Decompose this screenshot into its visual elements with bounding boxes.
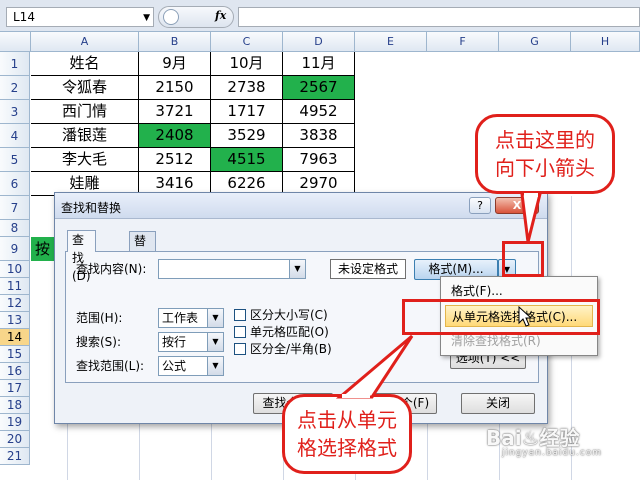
highlight-menu-item	[402, 299, 600, 335]
table-cell[interactable]: 3529	[211, 124, 283, 148]
row-header-15[interactable]: 15	[0, 346, 30, 363]
watermark: Bai♨经验 jingyan.baidu.com	[486, 426, 603, 458]
row-header-12[interactable]: 12	[0, 295, 30, 312]
search-label: 搜索(S):	[76, 335, 122, 349]
chevron-down-icon[interactable]: ▼	[289, 260, 305, 278]
name-box-value: L14	[13, 10, 35, 24]
chevron-down-icon[interactable]: ▼	[207, 309, 223, 327]
callout-top-line-2: 向下小箭头	[495, 156, 595, 180]
table-header-nov[interactable]: 11月	[283, 52, 355, 76]
table-header-sep[interactable]: 9月	[139, 52, 211, 76]
table-cell[interactable]: 7963	[283, 148, 355, 172]
column-header-e[interactable]: E	[355, 32, 427, 52]
highlight-dropdown-arrow	[502, 241, 544, 277]
row-header-18[interactable]: 18	[0, 397, 30, 414]
table-cell-highlighted[interactable]: 2567	[283, 76, 355, 100]
row-header-19[interactable]: 19	[0, 414, 30, 431]
chevron-down-icon[interactable]: ▼	[143, 10, 150, 26]
table-cell[interactable]: 1717	[211, 100, 283, 124]
close-icon[interactable]: X	[495, 197, 539, 214]
row-header-16[interactable]: 16	[0, 363, 30, 380]
dialog-title: 查找和替换	[61, 201, 122, 215]
column-header-g[interactable]: G	[499, 32, 571, 52]
chevron-down-icon[interactable]: ▼	[207, 333, 223, 351]
find-what-input[interactable]: ▼	[158, 259, 306, 279]
name-box[interactable]: L14 ▼	[6, 7, 154, 27]
row-header-4[interactable]: 4	[0, 124, 30, 148]
look-in-value: 公式	[162, 359, 187, 373]
row-header-7[interactable]: 7	[0, 196, 30, 220]
match-case-label: 区分大小写(C)	[250, 308, 328, 322]
look-in-select[interactable]: 公式 ▼	[158, 356, 224, 376]
row-header-20[interactable]: 20	[0, 431, 30, 448]
formula-bar-controls: fx	[158, 6, 234, 28]
table-cell-highlighted[interactable]: 2408	[139, 124, 211, 148]
row-header-5[interactable]: 5	[0, 148, 30, 172]
row-header-1[interactable]: 1	[0, 52, 30, 76]
row-header-10[interactable]: 10	[0, 261, 30, 278]
match-cell-checkbox[interactable]	[234, 326, 246, 338]
dialog-title-bar[interactable]: 查找和替换 ? X	[55, 193, 547, 219]
row-header-21[interactable]: 21	[0, 448, 30, 465]
chevron-down-icon[interactable]: ▼	[207, 357, 223, 375]
row-header-6[interactable]: 6	[0, 172, 30, 196]
look-in-label: 查找范围(L):	[76, 359, 145, 373]
column-header-h[interactable]: H	[571, 32, 640, 52]
formula-bar: L14 ▼ fx	[0, 0, 640, 32]
table-cell[interactable]: 3838	[283, 124, 355, 148]
row-header-11[interactable]: 11	[0, 278, 30, 295]
callout-choose-format: 点击从单元 格选择格式	[282, 394, 412, 474]
match-width-label: 区分全/半角(B)	[250, 342, 332, 356]
cursor-icon	[518, 306, 533, 327]
table-cell[interactable]: 西门情	[31, 100, 139, 124]
table-cell[interactable]: 4952	[283, 100, 355, 124]
table-cell[interactable]: 2512	[139, 148, 211, 172]
tab-replace[interactable]: 替换(P)	[129, 231, 156, 284]
table-cell[interactable]: 2150	[139, 76, 211, 100]
column-header-c[interactable]: C	[211, 32, 283, 52]
row-header-2[interactable]: 2	[0, 76, 30, 100]
row-header-17[interactable]: 17	[0, 380, 30, 397]
help-button[interactable]: ?	[469, 197, 491, 214]
row-header-8[interactable]: 8	[0, 220, 30, 237]
match-case-checkbox[interactable]	[234, 309, 246, 321]
table-cell[interactable]: 3721	[139, 100, 211, 124]
row-header-9[interactable]: 9	[0, 237, 30, 261]
table-cell[interactable]: 潘银莲	[31, 124, 139, 148]
callout-top-line-1: 点击这里的	[495, 128, 595, 152]
column-header-b[interactable]: B	[139, 32, 211, 52]
row-header-13[interactable]: 13	[0, 312, 30, 329]
select-all-corner[interactable]	[0, 32, 31, 52]
column-header-f[interactable]: F	[427, 32, 499, 52]
search-order-select[interactable]: 按行 ▼	[158, 332, 224, 352]
format-preview: 未设定格式	[330, 259, 406, 279]
scope-label: 范围(H):	[76, 311, 123, 325]
tab-find[interactable]: 查找(D)	[67, 230, 96, 283]
column-header-a[interactable]: A	[31, 32, 139, 52]
callout-bottom-line-2: 格选择格式	[297, 436, 397, 460]
search-order-value: 按行	[162, 335, 187, 349]
column-header-d[interactable]: D	[283, 32, 355, 52]
callout-bottom-line-1: 点击从单元	[297, 408, 397, 432]
match-width-checkbox[interactable]	[234, 343, 246, 355]
table-header-oct[interactable]: 10月	[211, 52, 283, 76]
table-cell-highlighted[interactable]: 4515	[211, 148, 283, 172]
table-header-name[interactable]: 姓名	[31, 52, 139, 76]
fx-icon[interactable]: fx	[215, 9, 226, 22]
expand-knob-icon[interactable]	[163, 9, 179, 25]
table-cell[interactable]: 李大毛	[31, 148, 139, 172]
table-cell[interactable]: 2738	[211, 76, 283, 100]
formula-input[interactable]	[238, 7, 640, 27]
close-button[interactable]: 关闭	[461, 393, 535, 414]
callout-click-arrow: 点击这里的 向下小箭头	[475, 114, 615, 194]
scope-select[interactable]: 工作表 ▼	[158, 308, 224, 328]
table-cell[interactable]: 令狐春	[31, 76, 139, 100]
row-header-14[interactable]: 14	[0, 329, 30, 346]
row-header-3[interactable]: 3	[0, 100, 30, 124]
match-cell-label: 单元格匹配(O)	[250, 325, 329, 339]
scope-value: 工作表	[162, 311, 199, 325]
